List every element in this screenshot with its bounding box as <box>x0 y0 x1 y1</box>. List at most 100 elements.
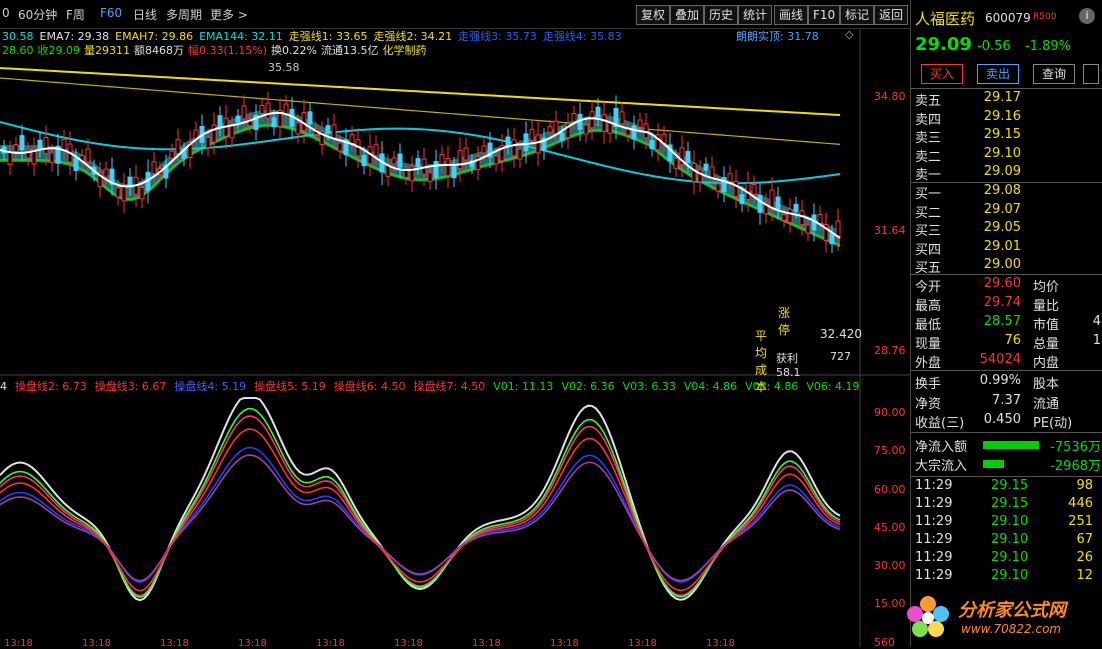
candle-body <box>217 115 223 128</box>
toolbar-button[interactable]: 历史 <box>704 5 739 25</box>
candle-body <box>205 137 211 149</box>
time-axis-label: 13:18 <box>550 638 579 649</box>
candle-body <box>391 157 397 165</box>
candle-body <box>73 157 79 171</box>
expand-button[interactable] <box>1083 64 1099 84</box>
indicator-value: 操盘线7: 4.50 <box>413 380 486 393</box>
candle-body <box>271 117 277 128</box>
candle-body <box>397 153 403 168</box>
candle-body <box>325 125 331 134</box>
tick-row: 11:29 29.10 26 <box>911 550 1102 568</box>
tick-price: 29.10 <box>991 550 1029 565</box>
candle-body <box>211 124 217 143</box>
stat-label-2: 流通 <box>1033 396 1060 412</box>
toolbar-button[interactable]: 标记 <box>840 5 875 25</box>
order-book-row: 卖五 29.17 <box>911 90 1102 109</box>
toolbar-button[interactable]: 复权 <box>636 5 671 25</box>
candle-body <box>241 105 247 120</box>
stat-row: 外盘 54024 内盘 <box>911 352 1102 371</box>
diamond-icon[interactable]: ◇ <box>845 28 853 41</box>
toolbar-button[interactable]: 返回 <box>874 5 909 25</box>
price-change: -0.56 <box>977 39 1011 54</box>
stat-value: 0.99% <box>979 373 1021 388</box>
tick-volume: 12 <box>1076 568 1093 583</box>
toolbar-item[interactable]: 0 <box>2 6 10 20</box>
stat-label: 换手 <box>915 377 942 392</box>
candle-body <box>295 122 301 135</box>
order-book-row: 卖二 29.10 <box>911 146 1102 165</box>
toolbar-item[interactable]: 60分钟 <box>18 6 57 23</box>
candle-body <box>85 148 91 163</box>
candle-body <box>415 158 421 168</box>
flow-label: 净流入额 <box>915 440 968 455</box>
order-book-label: 买一 <box>915 187 942 202</box>
query-button[interactable]: 查询 <box>1033 64 1075 84</box>
info-icon[interactable]: i <box>1079 8 1095 24</box>
indicator-value: 操盘线2: 6.73 <box>15 380 87 393</box>
toolbar-button[interactable]: F10 <box>808 5 841 25</box>
toolbar-item[interactable]: F周 <box>66 6 85 23</box>
candle-body <box>139 187 145 200</box>
toolbar-item[interactable]: 更多 > <box>210 6 248 23</box>
time-axis-label: 13:18 <box>472 638 501 649</box>
stock-badge: R500 <box>1033 12 1057 22</box>
stat-value-2: 4 <box>1092 314 1101 329</box>
time-axis-label: 13:18 <box>628 638 657 649</box>
stat-value: 76 <box>1004 333 1021 348</box>
candle-body <box>619 111 625 125</box>
stat-label-2: 均价 <box>1033 280 1060 295</box>
candle-body <box>445 158 451 177</box>
sell-button[interactable]: 卖出 <box>977 64 1019 84</box>
tick-volume: 251 <box>1068 514 1093 529</box>
last-price: 29.09 <box>915 34 972 55</box>
order-book-label: 卖四 <box>915 112 942 128</box>
indicator-layer <box>0 397 841 602</box>
candle-body <box>637 119 643 128</box>
tick-row: 11:29 29.10 12 <box>911 568 1102 586</box>
candle-body <box>229 125 235 139</box>
avg-cost-label: 平均成本 <box>755 329 768 394</box>
buy-button[interactable]: 买入 <box>921 64 963 84</box>
kline-chart-area[interactable] <box>0 0 910 647</box>
indicator-value: V05: 4.86 <box>745 380 799 393</box>
candle-body <box>715 183 721 192</box>
order-book-price: 29.17 <box>983 90 1021 105</box>
indicator-value: V04: 4.86 <box>683 380 738 393</box>
info-value: 收29.09 <box>37 44 81 57</box>
candle-body <box>115 187 121 198</box>
tick-time: 11:29 <box>915 496 953 511</box>
candle-body <box>607 121 613 134</box>
info-value: 幅0.33(1.15%) <box>188 44 268 57</box>
tick-time: 11:29 <box>915 550 953 565</box>
info-value: 走强线3: 35.73 <box>458 30 537 43</box>
flow-value: -7536万 <box>1050 440 1101 455</box>
candle-body <box>685 150 691 163</box>
indicator-curve <box>0 407 841 599</box>
stat-label: 收益(三) <box>915 416 965 431</box>
order-book-price: 29.05 <box>983 220 1021 235</box>
toolbar-button[interactable]: 叠加 <box>670 5 705 25</box>
toolbar-item[interactable]: 日线 <box>133 6 157 23</box>
tick-price: 29.10 <box>991 568 1029 583</box>
indicator-axis-label: 15.00 <box>874 597 906 610</box>
watermark-text: 分析家公式网 <box>958 600 1066 621</box>
toolbar-item[interactable]: 多周期 <box>166 6 202 23</box>
candle-body <box>733 180 739 197</box>
candle-body <box>703 163 709 171</box>
order-book-row: 卖三 29.15 <box>911 127 1102 146</box>
candle-body <box>829 233 835 245</box>
profit-value: 727 <box>830 350 851 363</box>
stat-value: 29.74 <box>983 295 1021 310</box>
order-book-row: 卖四 29.16 <box>911 109 1102 128</box>
candle-body <box>307 111 313 125</box>
candle-body <box>505 136 511 147</box>
candle-body <box>481 145 487 154</box>
indicator-curve <box>0 397 841 602</box>
toolbar-button[interactable]: 画线 <box>774 5 809 25</box>
toolbar-item[interactable]: F60 <box>100 6 122 20</box>
watermark-url: www.70822.com <box>961 622 1062 636</box>
chart-toolbar: 0 60分钟 F周 F60 日线 多周期 更多 > 复权 叠加 历史 统计 画线 F10 标记 返回 <box>0 0 910 29</box>
order-book-label: 卖三 <box>915 131 942 146</box>
toolbar-button[interactable]: 统计 <box>738 5 773 25</box>
stat-label-2: 内盘 <box>1033 356 1060 371</box>
